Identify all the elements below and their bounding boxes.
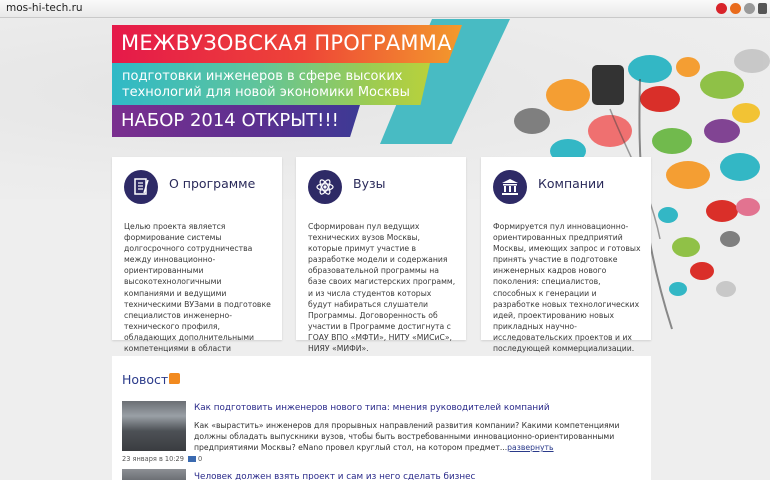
comment-icon[interactable] xyxy=(188,456,197,462)
menu-icon[interactable] xyxy=(758,3,767,14)
banner-subtitle-line1: подготовки инженеров в сфере высоких xyxy=(122,69,403,84)
comment-count[interactable]: 0 xyxy=(198,455,202,463)
card-title[interactable]: Вузы xyxy=(353,176,386,191)
news-section: Новости Как подготовить инженеров нового… xyxy=(112,356,651,480)
news-item-text: Как «вырастить» инженеров для прорывных … xyxy=(194,420,634,453)
banner-title-text: МЕЖВУЗОВСКАЯ ПРОГРАММА xyxy=(121,31,452,55)
banner-enrollment: НАБОР 2014 ОТКРЫТ!!! xyxy=(112,105,360,137)
extension-icon[interactable] xyxy=(744,3,755,14)
banner-title: МЕЖВУЗОВСКАЯ ПРОГРАММА xyxy=(112,25,462,63)
news-thumbnail[interactable] xyxy=(122,401,186,451)
banner-subtitle-line2: технологий для новой экономики Москвы xyxy=(122,85,410,100)
news-item-title[interactable]: Как подготовить инженеров нового типа: м… xyxy=(194,403,550,413)
card-text: Сформирован пул ведущих технических вузо… xyxy=(308,222,456,354)
page: МЕЖВУЗОВСКАЯ ПРОГРАММА подготовки инжене… xyxy=(0,19,770,480)
news-item-body: Как «вырастить» инженеров для прорывных … xyxy=(194,421,620,452)
card-about-program: О программе Целью проекта является форми… xyxy=(112,157,282,386)
extension-icon[interactable] xyxy=(730,3,741,14)
extension-icon[interactable] xyxy=(716,3,727,14)
banner-subtitle: подготовки инженеров в сфере высоких тех… xyxy=(112,63,430,105)
document-icon xyxy=(124,170,158,204)
news-date: 23 января в 10:29 xyxy=(122,455,184,463)
expand-link[interactable]: развернуть xyxy=(507,443,553,452)
card-universities: Вузы Сформирован пул ведущих технических… xyxy=(296,157,466,353)
news-item-title[interactable]: Человек должен взять проект и сам из нег… xyxy=(194,472,475,480)
atom-icon xyxy=(308,170,342,204)
card-text: Формируется пул инновационно-ориентирова… xyxy=(493,222,641,354)
banner-enrollment-text: НАБОР 2014 ОТКРЫТ!!! xyxy=(121,110,339,131)
building-icon xyxy=(493,170,527,204)
news-thumbnail[interactable] xyxy=(122,469,186,480)
url-text[interactable]: mos-hi-tech.ru xyxy=(6,2,83,14)
news-item-meta: 23 января в 10:29 0 xyxy=(122,455,202,463)
card-title[interactable]: Компании xyxy=(538,176,604,191)
browser-address-bar[interactable]: mos-hi-tech.ru xyxy=(0,0,770,18)
card-companies: Компании Формируется пул инновационно-ор… xyxy=(481,157,651,353)
card-title[interactable]: О программе xyxy=(169,176,255,191)
rss-icon[interactable] xyxy=(169,373,180,384)
